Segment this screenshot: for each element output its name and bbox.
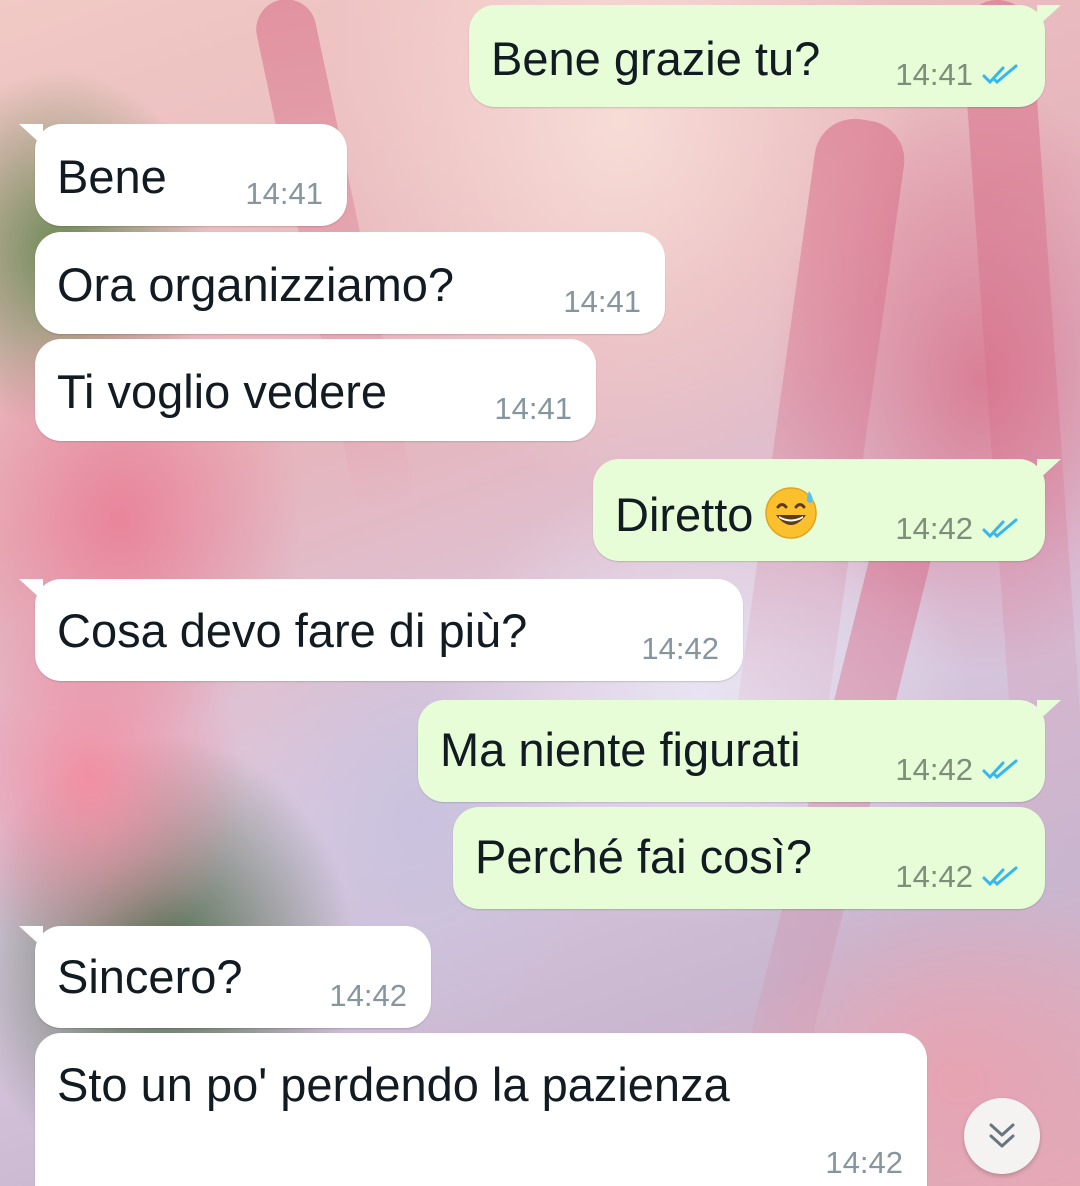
message-text: Bene grazie tu? [491,32,821,85]
message-text: Ora organizziamo? [57,258,455,311]
message-time: 14:41 [563,284,641,319]
message-text: Diretto [615,485,819,541]
message-meta: 14:41 [563,284,641,320]
message-text: Perché fai così? [475,830,813,883]
message-text-content: Diretto [615,488,754,541]
message-bubble-incoming[interactable]: Ora organizziamo? 14:41 [35,232,665,334]
message-meta: 14:42 [895,859,1021,895]
double-check-read-icon [982,866,1018,887]
message-time: 14:42 [329,978,407,1013]
message-meta: 14:41 [494,391,572,427]
scroll-to-bottom-button[interactable] [964,1098,1040,1174]
message-bubble-incoming[interactable]: Cosa devo fare di più? 14:42 [19,579,743,681]
message-text: Ma niente figurati [440,723,801,776]
message-bubble-incoming[interactable]: Sto un po' perdendo la pazienza 14:42 [35,1033,927,1186]
message-bubble-outgoing[interactable]: Ma niente figurati 14:42 [418,700,1061,802]
message-text: Sincero? [57,950,243,1003]
message-meta: 14:42 [329,978,407,1014]
message-time: 14:42 [641,631,719,666]
message-list[interactable]: Bene grazie tu? 14:41 Bene 14:41 Ora org… [0,0,1080,1186]
message-bubble-outgoing[interactable]: Diretto 14:42 [593,459,1061,561]
message-bubble-incoming[interactable]: Ti voglio vedere 14:41 [35,339,596,441]
message-meta: 14:41 [245,176,323,212]
message-bubble-outgoing[interactable]: Bene grazie tu? 14:41 [469,5,1061,107]
message-time: 14:42 [895,752,973,787]
message-time: 14:41 [494,391,572,426]
message-bubble-incoming[interactable]: Bene 14:41 [19,124,347,226]
double-check-read-icon [982,759,1018,780]
message-time: 14:42 [895,859,973,894]
message-meta: 14:42 [895,511,1021,547]
message-bubble-incoming[interactable]: Sincero? 14:42 [19,926,431,1028]
message-meta: 14:42 [825,1145,903,1181]
double-check-read-icon [982,518,1018,539]
message-time: 14:42 [825,1145,903,1180]
message-meta: 14:41 [895,57,1021,93]
double-check-read-icon [982,64,1018,85]
message-text: Cosa devo fare di più? [57,604,528,657]
message-text: Sto un po' perdendo la pazienza [57,1058,730,1111]
message-time: 14:42 [895,511,973,546]
grinning-face-with-sweat-icon [765,487,818,539]
message-time: 14:41 [895,57,973,92]
message-text: Bene [57,150,167,203]
message-text: Ti voglio vedere [57,365,388,418]
message-meta: 14:42 [895,752,1021,788]
message-meta: 14:42 [641,631,719,667]
double-chevron-down-icon [989,1123,1015,1148]
message-time: 14:41 [245,176,323,211]
message-bubble-outgoing[interactable]: Perché fai così? 14:42 [453,807,1045,909]
